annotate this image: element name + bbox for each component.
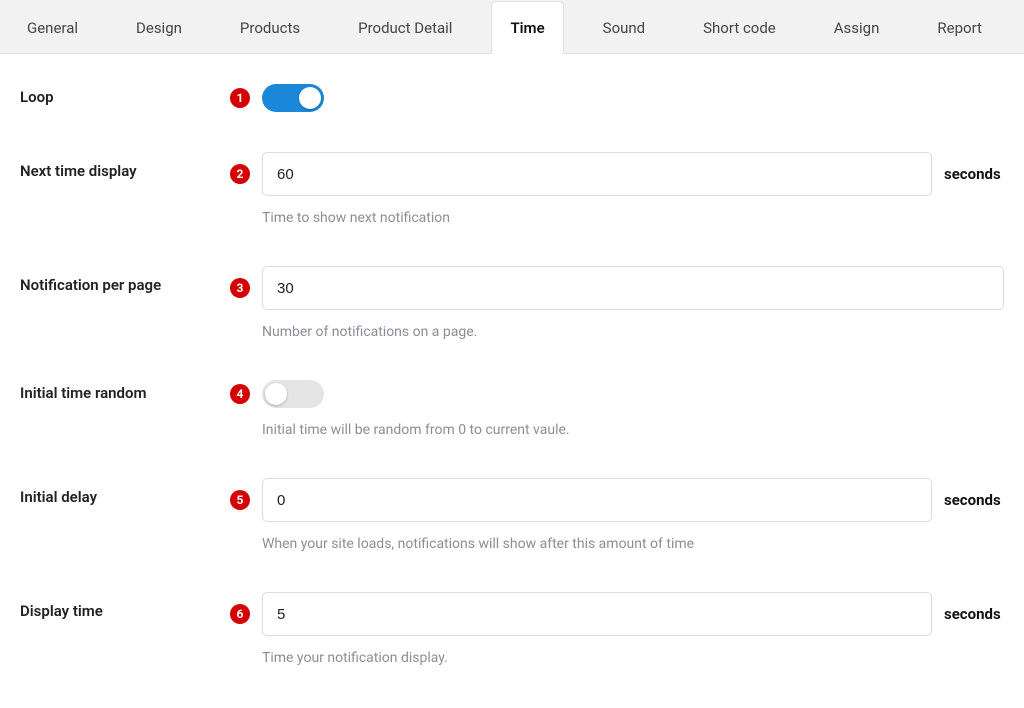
help-per-page: Number of notifications on a page. <box>262 324 1004 340</box>
row-display-time: Display time 6 seconds Time your notific… <box>20 592 1004 666</box>
label-next-time: Next time display <box>20 152 230 180</box>
help-next-time: Time to show next notification <box>262 210 1004 226</box>
label-initial-delay: Initial delay <box>20 478 230 506</box>
label-per-page: Notification per page <box>20 266 230 294</box>
help-display-time: Time your notification display. <box>262 650 1004 666</box>
unit-display-time: seconds <box>944 605 1004 623</box>
toggle-knob <box>299 87 321 109</box>
input-per-page[interactable] <box>262 266 1004 310</box>
toggle-loop[interactable] <box>262 84 324 112</box>
label-initial-random: Initial time random <box>20 380 230 402</box>
tabs-bar: General Design Products Product Detail T… <box>0 0 1024 54</box>
tab-short-code[interactable]: Short code <box>684 1 795 54</box>
input-display-time[interactable] <box>262 592 932 636</box>
marker-3: 3 <box>230 278 250 298</box>
row-loop: Loop 1 <box>20 84 1004 112</box>
tab-time[interactable]: Time <box>491 1 563 54</box>
toggle-initial-random[interactable] <box>262 380 324 408</box>
tab-sound[interactable]: Sound <box>584 1 664 54</box>
unit-initial-delay: seconds <box>944 491 1004 509</box>
row-initial-delay: Initial delay 5 seconds When your site l… <box>20 478 1004 552</box>
tab-products[interactable]: Products <box>221 1 319 54</box>
marker-5: 5 <box>230 490 250 510</box>
marker-2: 2 <box>230 164 250 184</box>
help-initial-delay: When your site loads, notifications will… <box>262 536 1004 552</box>
marker-6: 6 <box>230 604 250 624</box>
unit-next-time: seconds <box>944 165 1004 183</box>
label-loop: Loop <box>20 84 230 106</box>
label-display-time: Display time <box>20 592 230 620</box>
input-initial-delay[interactable] <box>262 478 932 522</box>
marker-4: 4 <box>230 384 250 404</box>
input-next-time[interactable] <box>262 152 932 196</box>
help-initial-random: Initial time will be random from 0 to cu… <box>262 422 1004 438</box>
tab-design[interactable]: Design <box>117 1 201 54</box>
tab-product-detail[interactable]: Product Detail <box>339 1 471 54</box>
row-next-time: Next time display 2 seconds Time to show… <box>20 152 1004 226</box>
settings-panel: Loop 1 Next time display 2 seconds Time … <box>0 54 1024 706</box>
marker-1: 1 <box>230 88 250 108</box>
row-initial-random: Initial time random 4 Initial time will … <box>20 380 1004 438</box>
tab-assign[interactable]: Assign <box>815 1 899 54</box>
tab-report[interactable]: Report <box>918 1 1001 54</box>
toggle-knob <box>265 383 287 405</box>
row-per-page: Notification per page 3 Number of notifi… <box>20 266 1004 340</box>
tab-general[interactable]: General <box>8 1 97 54</box>
